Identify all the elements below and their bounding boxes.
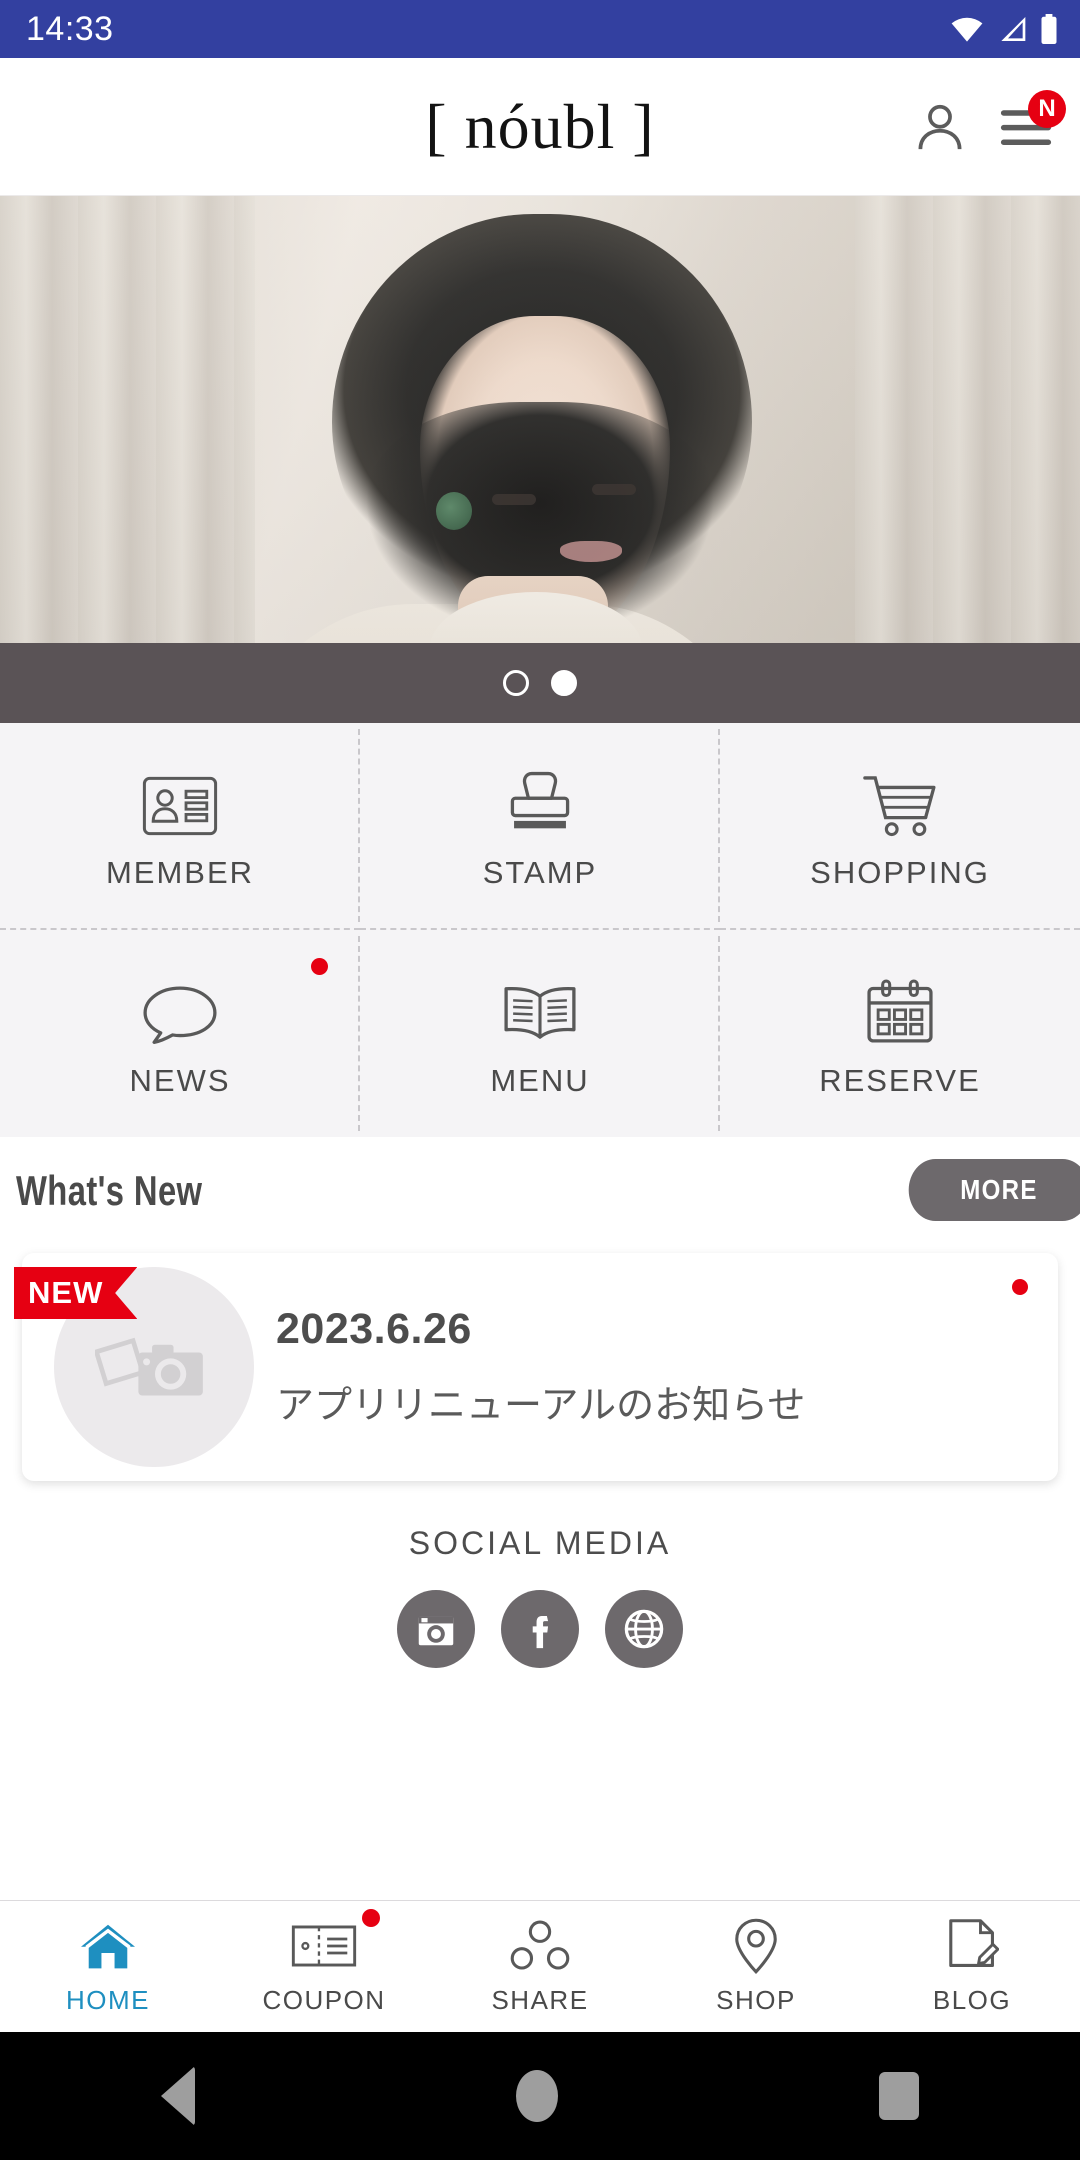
carousel-dot-2[interactable] — [551, 670, 577, 696]
shopping-cart-icon — [860, 761, 940, 837]
news-notification-dot — [311, 958, 328, 975]
carousel-dot-1[interactable] — [503, 670, 529, 696]
home-icon — [77, 1917, 139, 1975]
coupon-notification-dot — [362, 1909, 380, 1927]
social-media-links — [0, 1590, 1080, 1668]
grid-item-label: RESERVE — [819, 1062, 981, 1098]
speech-bubble-icon — [141, 969, 219, 1045]
tab-blog[interactable]: BLOG — [864, 1901, 1080, 2032]
grid-item-label: STAMP — [482, 854, 598, 890]
tab-shop[interactable]: SHOP — [648, 1901, 864, 2032]
account-button[interactable] — [912, 99, 968, 155]
social-media-title: SOCIAL MEDIA — [408, 1525, 672, 1561]
grid-item-label: NEWS — [129, 1062, 231, 1098]
app-root: 14:33 [ nóubl ] N MEMBER STAMP SHOPPING … — [0, 0, 1080, 2160]
rubber-stamp-icon — [505, 761, 575, 837]
tab-label: SHARE — [491, 1985, 589, 2015]
news-unread-dot — [1012, 1279, 1028, 1295]
tab-label: HOME — [66, 1985, 150, 2015]
grid-item-label: SHOPPING — [810, 854, 990, 890]
person-icon — [918, 104, 962, 149]
menu-new-badge: N — [1028, 89, 1066, 128]
website-link[interactable] — [605, 1590, 683, 1668]
grid-item-shopping[interactable]: SHOPPING — [720, 723, 1080, 930]
share-nodes-icon — [509, 1917, 571, 1975]
news-date: 2023.6.26 — [276, 1305, 472, 1353]
status-icons — [950, 14, 1058, 44]
grid-item-reserve[interactable]: RESERVE — [720, 930, 1080, 1137]
menu-button[interactable]: N — [998, 89, 1066, 150]
grid-item-label: MENU — [490, 1062, 590, 1098]
social-media-section: SOCIAL MEDIA — [0, 1525, 1080, 1668]
document-pencil-icon — [945, 1917, 999, 1975]
home-circle-icon[interactable] — [515, 2070, 558, 2122]
page-title: What's New — [16, 1167, 203, 1214]
instagram-icon — [418, 1616, 454, 1646]
android-navigation-bar — [0, 2032, 1080, 2160]
grid-item-news[interactable]: NEWS — [0, 930, 360, 1137]
photo-camera-placeholder-icon — [95, 1337, 203, 1396]
bottom-tab-bar: HOME COUPON SHARE SHOP BLOG — [0, 1900, 1080, 2032]
map-pin-icon — [731, 1917, 781, 1975]
whats-new-header: What's New MORE — [0, 1137, 1080, 1245]
battery-icon — [1041, 14, 1057, 44]
grid-item-menu[interactable]: MENU — [360, 930, 720, 1137]
news-title: アプリリニューアルのお知らせ — [276, 1385, 806, 1427]
tab-coupon[interactable]: COUPON — [216, 1901, 432, 2032]
instagram-link[interactable] — [397, 1590, 475, 1668]
news-text: 2023.6.26 アプリリニューアルのお知らせ — [266, 1305, 1058, 1429]
tab-label: BLOG — [932, 1985, 1012, 2015]
wifi-icon — [951, 17, 983, 42]
grid-item-stamp[interactable]: STAMP — [360, 723, 720, 930]
hero-banner[interactable] — [0, 196, 1080, 643]
facebook-link[interactable] — [501, 1590, 579, 1668]
facebook-icon — [532, 1615, 549, 1649]
tab-share[interactable]: SHARE — [432, 1901, 648, 2032]
back-triangle-icon[interactable] — [160, 2066, 195, 2126]
tab-label: SHOP — [716, 1985, 796, 2015]
quick-menu-grid: MEMBER STAMP SHOPPING NEWS MENU RESERVE — [0, 723, 1080, 1137]
hero-carousel-indicator — [0, 643, 1080, 723]
cellular-signal-icon — [1001, 17, 1026, 41]
open-book-icon — [500, 969, 580, 1045]
header-actions: N — [912, 89, 1066, 155]
recents-square-icon[interactable] — [879, 2072, 920, 2120]
news-list-item[interactable]: NEW 2023.6.26 アプリリニューアルのお知らせ — [14, 1253, 1058, 1481]
app-header: [ nóubl ] N — [0, 58, 1080, 196]
id-card-icon — [142, 761, 218, 837]
whats-new-more-button[interactable]: MORE — [908, 1159, 1080, 1221]
brand-logo[interactable]: [ nóubl ] — [425, 90, 654, 164]
status-bar: 14:33 — [0, 0, 1080, 58]
status-time: 14:33 — [26, 9, 114, 48]
grid-item-label: MEMBER — [105, 854, 255, 890]
hero-overlay — [0, 196, 1080, 643]
calendar-icon — [864, 969, 936, 1045]
ticket-icon — [291, 1917, 357, 1975]
grid-item-member[interactable]: MEMBER — [0, 723, 360, 930]
tab-home[interactable]: HOME — [0, 1901, 216, 2032]
website-globe-icon — [624, 1609, 664, 1649]
tab-label: COUPON — [262, 1985, 386, 2015]
